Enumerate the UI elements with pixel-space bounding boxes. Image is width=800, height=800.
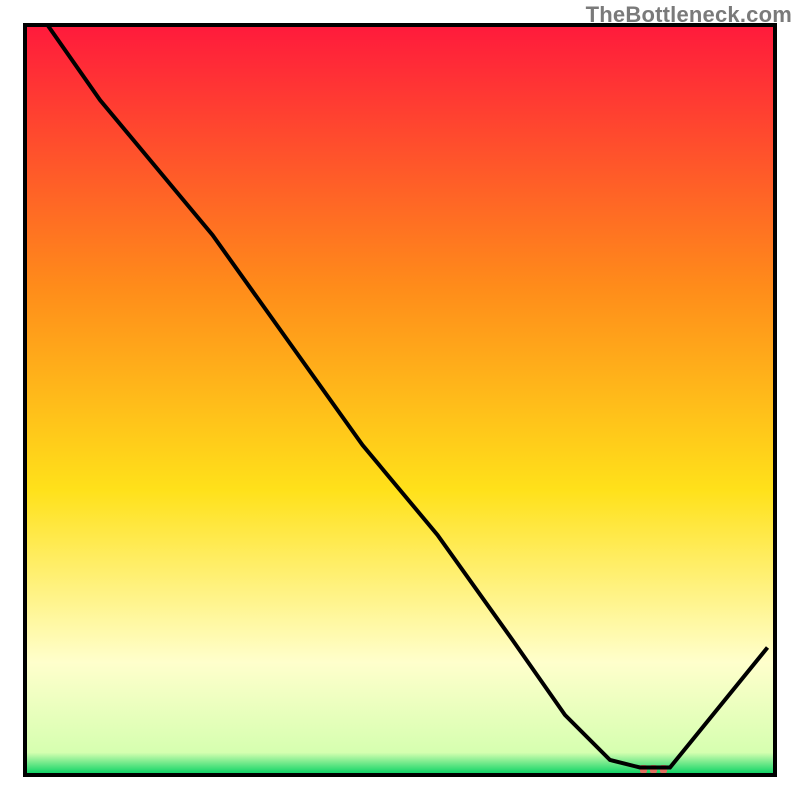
gradient-background — [25, 25, 775, 775]
chart-container: TheBottleneck.com — [0, 0, 800, 800]
watermark-text: TheBottleneck.com — [586, 2, 792, 28]
bottleneck-curve-chart — [0, 0, 800, 800]
